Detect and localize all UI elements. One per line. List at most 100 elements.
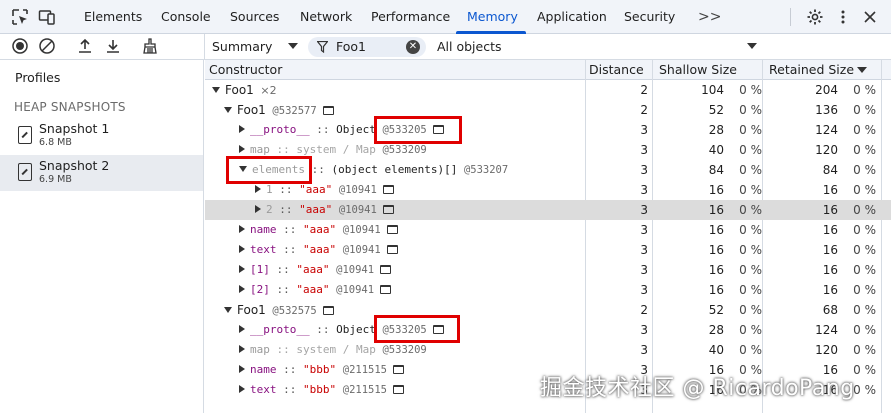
tab-elements[interactable]: Elements <box>84 0 142 34</box>
expand-triangle-icon[interactable] <box>212 87 220 93</box>
retained-percent-cell: 0 % <box>853 223 876 237</box>
expand-triangle-icon[interactable] <box>239 125 245 133</box>
filter-icon <box>316 40 329 56</box>
shallow-size-cell: 28 <box>708 323 724 337</box>
shallow-size-cell: 52 <box>708 303 724 317</box>
reveal-in-elements-icon[interactable] <box>382 204 394 214</box>
reveal-in-elements-icon[interactable] <box>386 224 398 234</box>
profiles-heading[interactable]: Profiles <box>15 70 60 85</box>
clear-icon[interactable] <box>38 37 56 55</box>
sort-descending-icon[interactable] <box>857 67 867 73</box>
settings-gear-icon[interactable] <box>806 8 824 26</box>
table-row[interactable]: __proto__ :: Object @533205 3 28 0 % 124… <box>205 320 891 340</box>
filter-value: Foo1 <box>336 39 366 54</box>
retained-percent-cell: 0 % <box>853 203 876 217</box>
more-tabs-button[interactable]: >> <box>698 0 721 34</box>
tab-sources[interactable]: Sources <box>230 0 279 34</box>
distance-cell: 3 <box>640 143 648 157</box>
shallow-size-cell: 104 <box>701 83 724 97</box>
toolbar-divider <box>204 34 205 60</box>
column-shallow-size[interactable]: Shallow Size <box>655 60 737 80</box>
expand-triangle-icon[interactable] <box>239 365 245 373</box>
constructor-cell: name :: "aaa" @10941 <box>205 220 585 240</box>
collect-garbage-icon[interactable] <box>141 37 159 55</box>
expand-triangle-icon[interactable] <box>239 345 245 353</box>
reveal-in-elements-icon[interactable] <box>386 244 398 254</box>
heap-snapshots-heading: HEAP SNAPSHOTS <box>14 100 126 114</box>
snapshot-item-2[interactable]: Snapshot 2 6.9 MB <box>0 155 203 191</box>
shallow-percent-cell: 0 % <box>739 203 762 217</box>
retained-percent-cell: 0 % <box>853 103 876 117</box>
retained-size-cell: 120 <box>815 143 838 157</box>
table-row[interactable]: map :: system / Map @533209 3 40 0 % 120… <box>205 340 891 360</box>
column-constructor[interactable]: Constructor <box>205 60 282 80</box>
table-row[interactable]: Foo1 @532577 2 52 0 % 136 0 % <box>205 100 891 120</box>
reveal-in-elements-icon[interactable] <box>322 305 334 315</box>
clear-filter-icon[interactable]: ✕ <box>406 40 420 54</box>
expand-triangle-icon[interactable] <box>239 385 245 393</box>
tab-performance[interactable]: Performance <box>371 0 450 34</box>
expand-triangle-icon[interactable] <box>255 185 261 193</box>
table-row[interactable]: [1] :: "aaa" @10941 3 16 0 % 16 0 % <box>205 260 891 280</box>
tab-application[interactable]: Application <box>537 0 607 34</box>
highlight-box-proto-address-2 <box>374 315 460 343</box>
close-icon[interactable] <box>861 8 879 26</box>
inspect-element-icon[interactable] <box>11 8 29 26</box>
column-retained-size[interactable]: Retained Size <box>765 60 854 80</box>
expand-triangle-icon[interactable] <box>239 245 245 253</box>
tab-network[interactable]: Network <box>300 0 352 34</box>
heap-summary-grid: Constructor Distance Shallow Size Retain… <box>205 60 891 413</box>
shallow-size-cell: 40 <box>708 143 724 157</box>
retained-size-cell: 16 <box>822 263 838 277</box>
reveal-in-elements-icon[interactable] <box>380 284 392 294</box>
reveal-in-elements-icon[interactable] <box>393 384 405 394</box>
expand-triangle-icon[interactable] <box>239 225 245 233</box>
table-row[interactable]: name :: "aaa" @10941 3 16 0 % 16 0 % <box>205 220 891 240</box>
expand-triangle-icon[interactable] <box>255 205 261 213</box>
shallow-percent-cell: 0 % <box>739 163 762 177</box>
device-toolbar-icon[interactable] <box>38 8 56 26</box>
view-select[interactable]: Summary <box>212 38 272 56</box>
record-icon[interactable] <box>11 37 29 55</box>
reveal-in-elements-icon[interactable] <box>380 264 392 274</box>
table-row[interactable]: [2] :: "aaa" @10941 3 16 0 % 16 0 % <box>205 280 891 300</box>
shallow-size-cell: 16 <box>708 183 724 197</box>
expand-triangle-icon[interactable] <box>239 145 245 153</box>
tab-memory[interactable]: Memory <box>467 0 518 34</box>
reveal-in-elements-icon[interactable] <box>322 105 334 115</box>
table-row[interactable]: text :: "aaa" @10941 3 16 0 % 16 0 % <box>205 240 891 260</box>
table-row[interactable]: Foo1 @532575 2 52 0 % 68 0 % <box>205 300 891 320</box>
tab-console[interactable]: Console <box>161 0 211 34</box>
highlight-box-elements <box>226 156 312 184</box>
retained-size-cell: 16 <box>822 203 838 217</box>
table-row[interactable]: Foo1 ×2 2 104 0 % 204 0 % <box>205 80 891 100</box>
expand-triangle-icon[interactable] <box>239 325 245 333</box>
chevron-down-icon[interactable] <box>747 43 757 49</box>
tab-security[interactable]: Security <box>624 0 675 34</box>
snapshot-item-1[interactable]: Snapshot 1 6.8 MB <box>0 118 203 154</box>
reveal-in-elements-icon[interactable] <box>393 364 405 374</box>
distance-cell: 2 <box>640 303 648 317</box>
reveal-in-elements-icon[interactable] <box>382 184 394 194</box>
upload-icon[interactable] <box>76 37 94 55</box>
expand-triangle-icon[interactable] <box>239 285 245 293</box>
shallow-percent-cell: 0 % <box>739 283 762 297</box>
table-row-selected[interactable]: 2 :: "aaa" @10941 3 16 0 % 16 0 % <box>205 200 891 220</box>
shallow-size-cell: 16 <box>708 203 724 217</box>
class-filter-input[interactable]: Foo1 ✕ <box>308 37 426 57</box>
expand-triangle-icon[interactable] <box>224 107 232 113</box>
download-icon[interactable] <box>104 37 122 55</box>
chevron-down-icon[interactable] <box>288 43 298 49</box>
table-row[interactable]: __proto__ :: Object @533205 3 28 0 % 124… <box>205 120 891 140</box>
objects-select[interactable]: All objects <box>437 38 502 56</box>
distance-cell: 3 <box>640 343 648 357</box>
column-distance[interactable]: Distance <box>585 60 644 80</box>
constructor-cell: map :: system / Map @533209 <box>205 340 585 360</box>
more-options-icon[interactable] <box>834 8 852 26</box>
retained-size-cell: 68 <box>822 303 838 317</box>
retained-size-cell: 16 <box>822 223 838 237</box>
expand-triangle-icon[interactable] <box>239 265 245 273</box>
expand-triangle-icon[interactable] <box>224 307 232 313</box>
memory-toolbar: Summary Foo1 ✕ All objects <box>0 34 891 60</box>
shallow-percent-cell: 0 % <box>739 243 762 257</box>
